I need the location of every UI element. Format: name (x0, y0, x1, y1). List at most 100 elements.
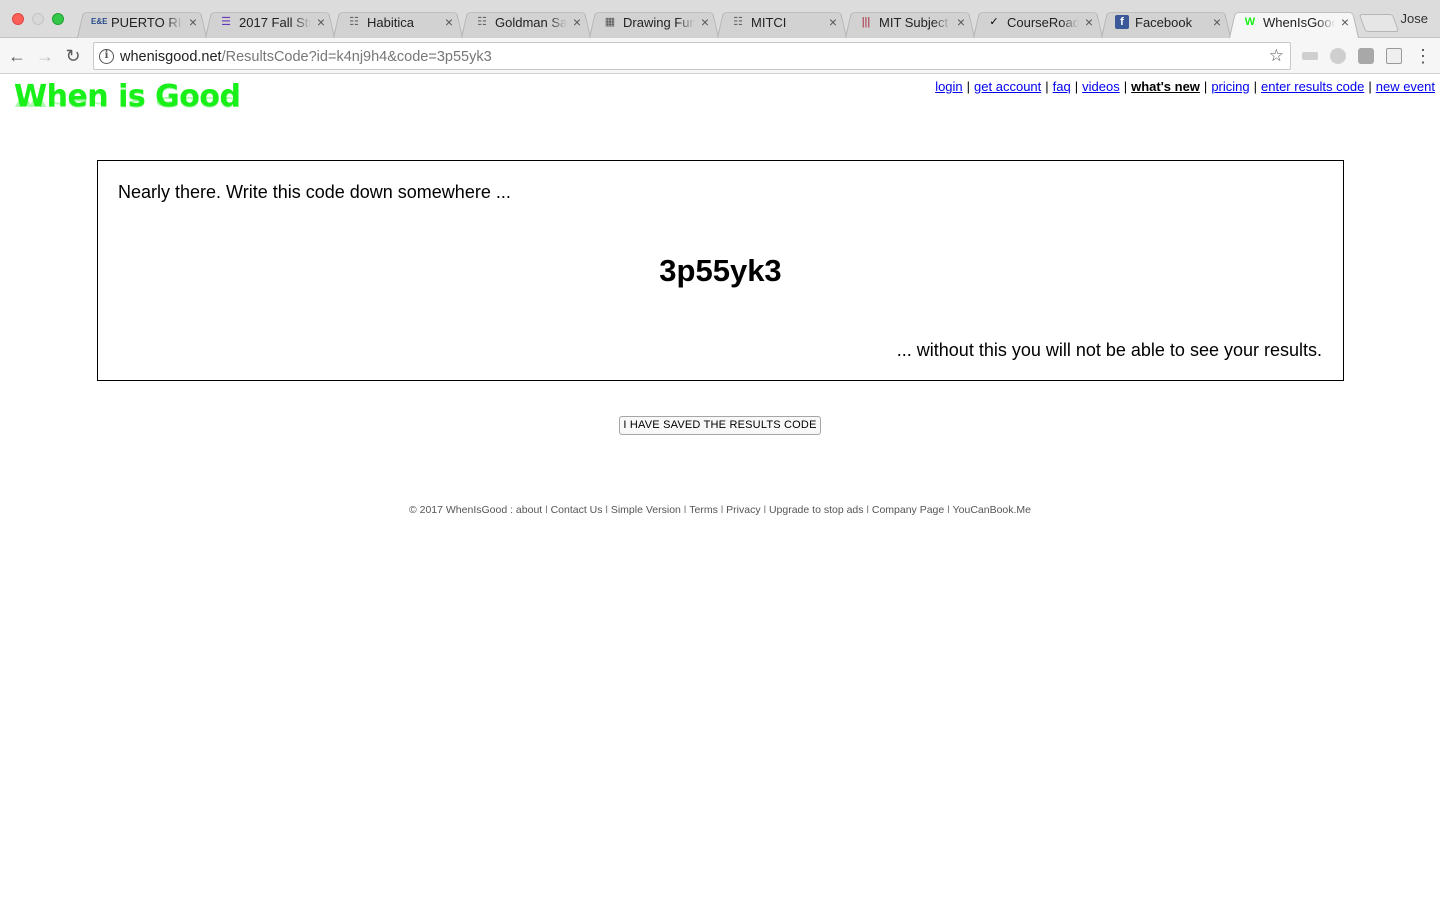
form-favicon-icon: ☰ (221, 16, 231, 28)
footer-separator: l (866, 504, 869, 516)
browser-tab[interactable]: ▦ Drawing Func × (589, 9, 719, 39)
tab-title: Goldman Sac (495, 15, 567, 30)
nav-separator: | (1253, 79, 1257, 94)
browser-tab[interactable]: ☷ Goldman Sac × (461, 9, 591, 39)
footer-copyright-about[interactable]: © 2017 WhenIsGood : about (409, 504, 542, 516)
tab-close-icon[interactable]: × (189, 14, 197, 30)
page-favicon-icon: ☷ (733, 16, 743, 28)
tab-close-icon[interactable]: × (1341, 14, 1349, 30)
bookmark-star-icon[interactable]: ☆ (1269, 46, 1284, 66)
tab-title: Facebook (1135, 15, 1193, 30)
browser-toolbar: ← → ↻ i whenisgood.net/ResultsCode?id=k4… (0, 38, 1440, 74)
code-intro-text: Nearly there. Write this code down somew… (118, 182, 511, 202)
site-logo-reflection: When is Good (14, 93, 241, 109)
tab-close-icon[interactable]: × (701, 14, 709, 30)
tab-close-icon[interactable]: × (317, 14, 325, 30)
tab-close-icon[interactable]: × (829, 14, 837, 30)
url-host: whenisgood.net (120, 49, 222, 65)
browser-tab[interactable]: ||| MIT Subject L × (845, 9, 975, 39)
browser-tab[interactable]: W WhenIsGood × (1229, 9, 1359, 39)
nav-separator: | (1045, 79, 1049, 94)
browser-tab[interactable]: ✓ CourseRoad: × (973, 9, 1103, 39)
check-favicon-icon: ✓ (989, 16, 999, 28)
tab-close-icon[interactable]: × (957, 14, 965, 30)
extension-icon[interactable] (1386, 48, 1402, 64)
nav-link-faq[interactable]: faq (1053, 79, 1071, 94)
back-arrow-icon[interactable]: ← (5, 44, 29, 68)
browser-menu-icon[interactable]: ⋮ (1414, 44, 1432, 68)
saved-results-code-button[interactable]: I HAVE SAVED THE RESULTS CODE (619, 416, 821, 435)
url-text[interactable]: whenisgood.net/ResultsCode?id=k4nj9h4&co… (120, 48, 492, 66)
nav-link-videos[interactable]: videos (1082, 79, 1120, 94)
tab-close-icon[interactable]: × (445, 14, 453, 30)
mit-favicon-icon: ||| (861, 16, 871, 28)
minimize-window-button[interactable] (32, 13, 44, 25)
tab-close-icon[interactable]: × (1085, 14, 1093, 30)
footer-link-youcanbook-me[interactable]: YouCanBook.Me (953, 504, 1031, 516)
nav-separator: | (1123, 79, 1128, 94)
nav-link-get-account[interactable]: get account (974, 79, 1041, 94)
nav-separator: | (1368, 79, 1372, 94)
forward-arrow-icon[interactable]: → (33, 44, 57, 68)
facebook-favicon-icon: f (1115, 15, 1129, 29)
extension-icon[interactable] (1358, 48, 1374, 64)
nav-link-pricing[interactable]: pricing (1211, 79, 1249, 94)
footer-separator: l (763, 504, 766, 516)
footer-link-simple-version[interactable]: Simple Version (611, 504, 681, 516)
browser-tab[interactable]: ☷ MITCI × (717, 9, 847, 39)
tab-title: Drawing Func (623, 15, 695, 30)
browser-tab[interactable]: f Facebook × (1101, 9, 1231, 39)
whenisgood-favicon-icon: W (1244, 16, 1256, 28)
profile-name[interactable]: Jose (1401, 11, 1428, 26)
nav-link-login[interactable]: login (935, 79, 962, 94)
browser-tab[interactable]: ☷ Habitica × (333, 9, 463, 39)
top-navigation: login | get account | faq | videos | what's new |… (935, 79, 1435, 94)
tab-close-icon[interactable]: × (573, 14, 581, 30)
doc-favicon-icon: ▦ (604, 16, 616, 28)
footer-separator: l (683, 504, 687, 516)
extension-icon[interactable] (1330, 48, 1346, 64)
tab-title: MITCI (751, 15, 787, 30)
footer-link-terms[interactable]: Terms (689, 504, 718, 516)
tab-close-icon[interactable]: × (1213, 14, 1221, 30)
page-favicon-icon: ☷ (477, 16, 487, 28)
tab-title: CourseRoad: (1007, 15, 1079, 30)
browser-tab[interactable]: E&EPUERTO RICO × (77, 9, 207, 39)
footer-separator: l (545, 504, 548, 516)
tab-title: 2017 Fall Stu (239, 15, 311, 30)
close-window-button[interactable] (12, 13, 24, 25)
news-favicon-icon: E&E (91, 17, 108, 26)
nav-link-new-event[interactable]: new event (1376, 79, 1435, 94)
reload-icon[interactable]: ↻ (61, 44, 85, 68)
footer-separator: l (605, 504, 608, 516)
nav-separator: | (966, 79, 971, 94)
results-code-box: Nearly there. Write this code down somew… (97, 160, 1344, 381)
footer-link-company-page[interactable]: Company Page (872, 504, 944, 516)
fullscreen-window-button[interactable] (52, 13, 64, 25)
nav-link-enter-results-code[interactable]: enter results code (1261, 79, 1364, 94)
tab-title: WhenIsGood (1263, 15, 1335, 30)
footer: © 2017 WhenIsGood : about l Contact Us l Sim… (0, 504, 1440, 516)
nav-link-what-s-new[interactable]: what's new (1131, 79, 1200, 94)
footer-separator: l (947, 504, 950, 516)
browser-tab[interactable]: ☰ 2017 Fall Stu × (205, 9, 335, 39)
nav-separator: | (1074, 79, 1079, 94)
footer-separator: l (720, 504, 724, 516)
page-content: When is Good When is Good login | get acco… (0, 75, 1440, 900)
browser-tab-strip: E&EPUERTO RICO × ☰ 2017 Fall Stu × ☷ Habitica ×… (0, 0, 1440, 39)
url-path: /ResultsCode?id=k4nj9h4&code=3p55yk3 (221, 49, 492, 65)
tab-title: PUERTO RICO (111, 15, 183, 30)
tab-title: Habitica (367, 15, 414, 30)
footer-link-privacy[interactable]: Privacy (726, 504, 760, 516)
new-tab-button[interactable] (1358, 14, 1400, 32)
tab-title: MIT Subject L (879, 15, 951, 30)
extension-icon[interactable] (1302, 52, 1318, 60)
page-favicon-icon: ☷ (349, 16, 359, 28)
results-code: 3p55yk3 (659, 253, 782, 288)
info-icon[interactable]: i (99, 49, 114, 64)
address-bar[interactable]: i whenisgood.net/ResultsCode?id=k4nj9h4&… (93, 42, 1291, 70)
footer-link-contact-us[interactable]: Contact Us (551, 504, 603, 516)
nav-separator: | (1203, 79, 1208, 94)
code-warning-text: ... without this you will not be able to… (896, 340, 1322, 360)
footer-link-upgrade-to-stop-ads[interactable]: Upgrade to stop ads (769, 504, 864, 516)
